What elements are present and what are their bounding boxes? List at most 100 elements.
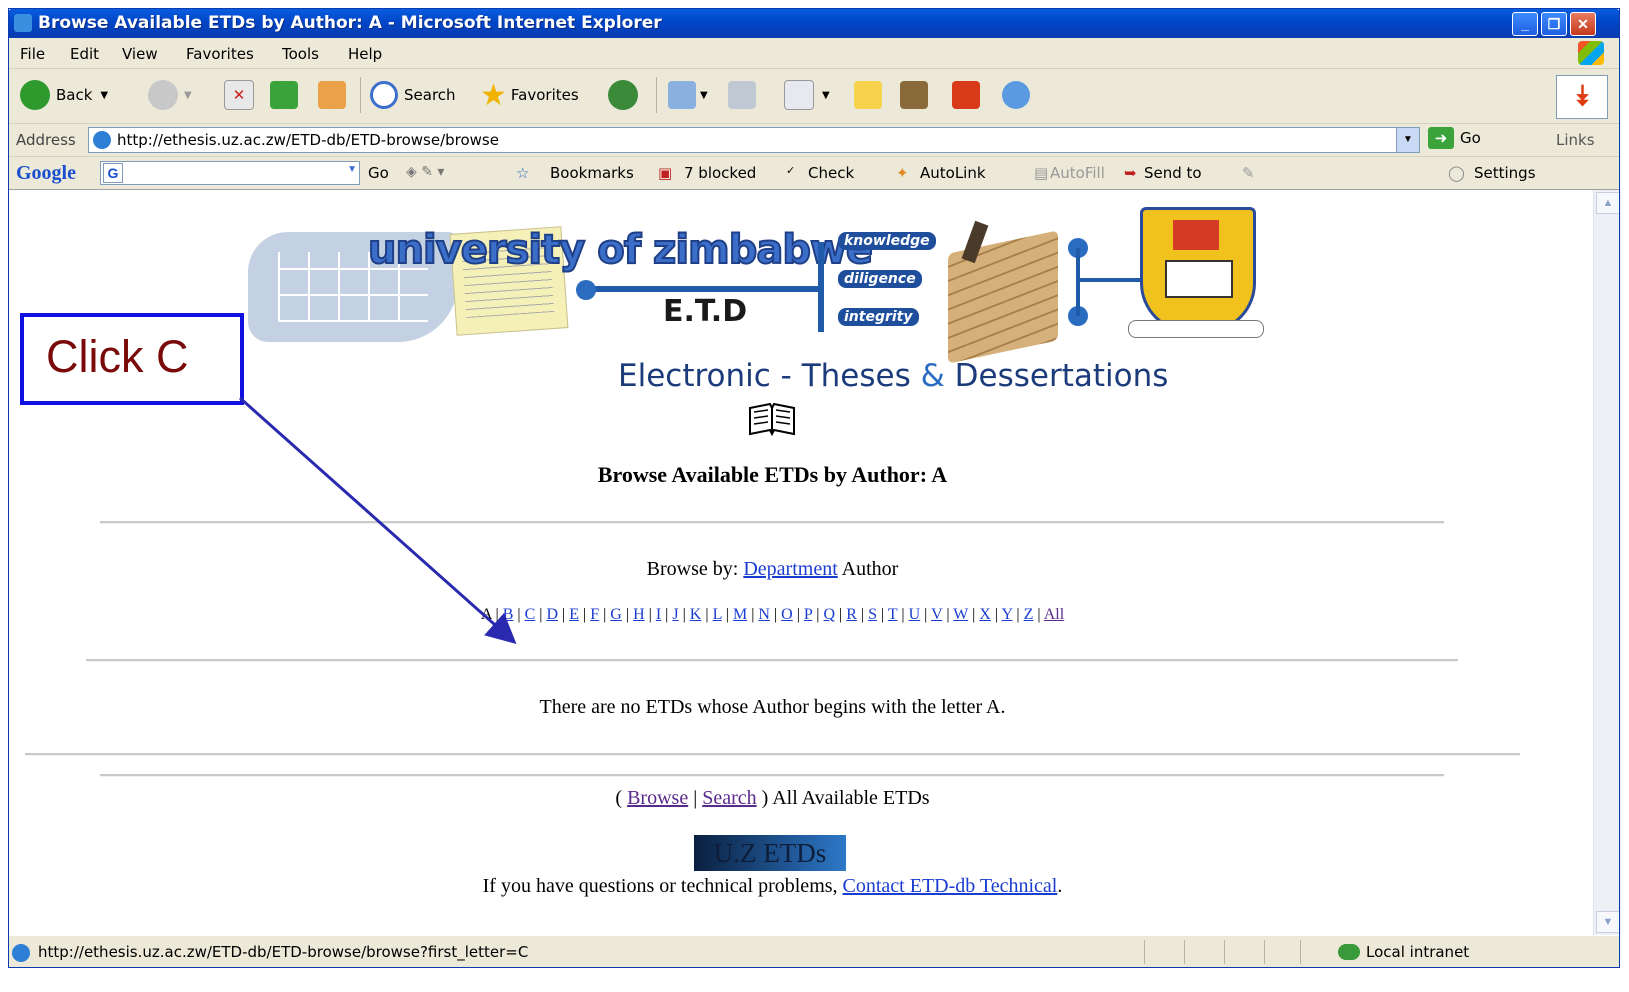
letter-index: A | B | C | D | E | F | G | H | I | J | … xyxy=(8,606,1537,624)
print-button[interactable] xyxy=(728,79,756,111)
contact-technical-link[interactable]: Contact ETD-db Technical xyxy=(843,875,1058,897)
minimize-button[interactable]: _ xyxy=(1512,12,1538,36)
letter-link-e[interactable]: E xyxy=(569,606,579,623)
letter-link-n[interactable]: N xyxy=(758,606,770,623)
autofill-button[interactable]: AutoFill xyxy=(1050,164,1105,182)
letter-separator: | xyxy=(942,606,954,623)
popups-blocked-button[interactable]: 7 blocked xyxy=(684,164,756,182)
letter-link-z[interactable]: Z xyxy=(1024,606,1034,623)
status-page-icon xyxy=(12,944,30,962)
scroll-up-icon[interactable]: ▲ xyxy=(1596,192,1620,214)
browse-by-author-label: Author xyxy=(841,558,899,580)
letter-link-q[interactable]: Q xyxy=(823,606,835,623)
forward-dropdown-icon[interactable]: ▼ xyxy=(184,90,192,101)
letter-link-u[interactable]: U xyxy=(909,606,921,623)
refresh-button[interactable] xyxy=(270,79,298,111)
stop-button[interactable]: ✕ xyxy=(224,79,254,111)
letter-link-m[interactable]: M xyxy=(733,606,747,623)
letter-link-p[interactable]: P xyxy=(804,606,812,623)
letter-link-c[interactable]: C xyxy=(525,606,536,623)
favorites-button[interactable]: ★ Favorites xyxy=(480,78,579,113)
title-bar: Browse Available ETDs by Author: A - Mic… xyxy=(8,8,1620,38)
current-letter: A xyxy=(480,606,492,623)
edit-dropdown-icon[interactable]: ▼ xyxy=(822,90,830,101)
autolink-button[interactable]: AutoLink xyxy=(920,164,986,182)
letter-link-t[interactable]: T xyxy=(888,606,897,623)
local-intranet-icon xyxy=(1338,944,1360,960)
menu-edit[interactable]: Edit xyxy=(70,45,99,63)
letter-link-k[interactable]: K xyxy=(690,606,702,623)
menu-view[interactable]: View xyxy=(122,45,158,63)
banner-node xyxy=(576,280,596,300)
letter-link-d[interactable]: D xyxy=(546,606,558,623)
letter-link-v[interactable]: V xyxy=(931,606,942,623)
letter-link-b[interactable]: B xyxy=(503,606,514,623)
links-button[interactable]: Links xyxy=(1556,131,1595,149)
google-go-button[interactable]: Go xyxy=(368,164,389,182)
letter-link-x[interactable]: X xyxy=(979,606,991,623)
contacts-button[interactable] xyxy=(1002,79,1030,111)
browse-by-department-link[interactable]: Department xyxy=(743,558,837,580)
menu-file[interactable]: File xyxy=(20,45,45,63)
research-button[interactable] xyxy=(900,79,928,111)
letter-separator: | xyxy=(701,606,713,623)
refresh-icon xyxy=(270,81,298,109)
letter-link-w[interactable]: W xyxy=(953,606,968,623)
letter-link-h[interactable]: H xyxy=(633,606,645,623)
back-button[interactable]: Back ▼ xyxy=(20,79,108,111)
letter-link-f[interactable]: F xyxy=(590,606,599,623)
vertical-scrollbar[interactable]: ▲ ▼ xyxy=(1593,190,1621,935)
contact-prefix: If you have questions or technical probl… xyxy=(482,875,843,897)
menu-help[interactable]: Help xyxy=(348,45,382,63)
banner-connector xyxy=(588,286,818,292)
go-button[interactable]: ➜ Go xyxy=(1428,127,1481,149)
sendto-icon: ➥ xyxy=(1124,164,1137,182)
check-button[interactable]: Check xyxy=(808,164,854,182)
menu-tools[interactable]: Tools xyxy=(282,45,319,63)
go-arrow-icon: ➜ xyxy=(1428,127,1454,149)
google-search-input[interactable]: G ▼ xyxy=(100,161,360,185)
letter-separator: | xyxy=(558,606,570,623)
google-logo[interactable]: Google xyxy=(16,162,76,185)
google-dropdown-icon[interactable]: ▼ xyxy=(347,164,357,175)
forward-button[interactable]: ▼ xyxy=(148,79,192,111)
toolbar-separator xyxy=(360,77,361,113)
menu-favorites[interactable]: Favorites xyxy=(186,45,254,63)
mail-button[interactable]: ▼ xyxy=(668,79,708,111)
address-url[interactable]: http://ethesis.uz.ac.zw/ETD-db/ETD-brows… xyxy=(117,131,499,149)
notes-button[interactable] xyxy=(854,79,882,111)
close-button[interactable]: ✕ xyxy=(1570,12,1596,36)
bookmarks-button[interactable]: Bookmarks xyxy=(550,164,634,182)
footer-search-link[interactable]: Search xyxy=(702,787,756,809)
history-button[interactable] xyxy=(608,79,644,111)
letter-link-all[interactable]: All xyxy=(1044,606,1064,623)
letter-link-r[interactable]: R xyxy=(846,606,857,623)
letter-link-g[interactable]: G xyxy=(610,606,622,623)
footer-browse-link[interactable]: Browse xyxy=(627,787,688,809)
back-dropdown-icon[interactable]: ▼ xyxy=(100,90,108,101)
address-dropdown-icon[interactable]: ▼ xyxy=(1396,128,1419,152)
status-text: http://ethesis.uz.ac.zw/ETD-db/ETD-brows… xyxy=(38,943,529,961)
uz-etds-logo[interactable]: U.Z ETDs xyxy=(694,835,846,871)
download-icon[interactable]: ⯯ xyxy=(1556,75,1608,119)
letter-link-l[interactable]: L xyxy=(713,606,722,623)
messenger-button[interactable] xyxy=(952,79,980,111)
mail-dropdown-icon[interactable]: ▼ xyxy=(700,90,708,101)
letter-link-o[interactable]: O xyxy=(781,606,793,623)
settings-button[interactable]: Settings xyxy=(1474,164,1536,182)
letter-separator: | xyxy=(644,606,656,623)
edit-word-button[interactable]: ▼ xyxy=(784,79,830,111)
google-g-icon[interactable]: G xyxy=(103,163,123,183)
google-options-icon[interactable]: ◈ ✎ ▾ xyxy=(406,164,444,180)
maximize-button[interactable]: ❐ xyxy=(1541,12,1567,36)
sendto-button[interactable]: Send to xyxy=(1144,164,1202,182)
address-input[interactable]: http://ethesis.uz.ac.zw/ETD-db/ETD-brows… xyxy=(88,127,1420,153)
scroll-down-icon[interactable]: ▼ xyxy=(1596,911,1620,933)
flashget-icon xyxy=(952,81,980,109)
search-button[interactable]: Search xyxy=(370,79,456,111)
letter-link-s[interactable]: S xyxy=(868,606,877,623)
home-button[interactable] xyxy=(318,79,346,111)
letter-link-y[interactable]: Y xyxy=(1001,606,1012,623)
back-label: Back xyxy=(56,86,93,104)
history-icon xyxy=(608,80,638,110)
